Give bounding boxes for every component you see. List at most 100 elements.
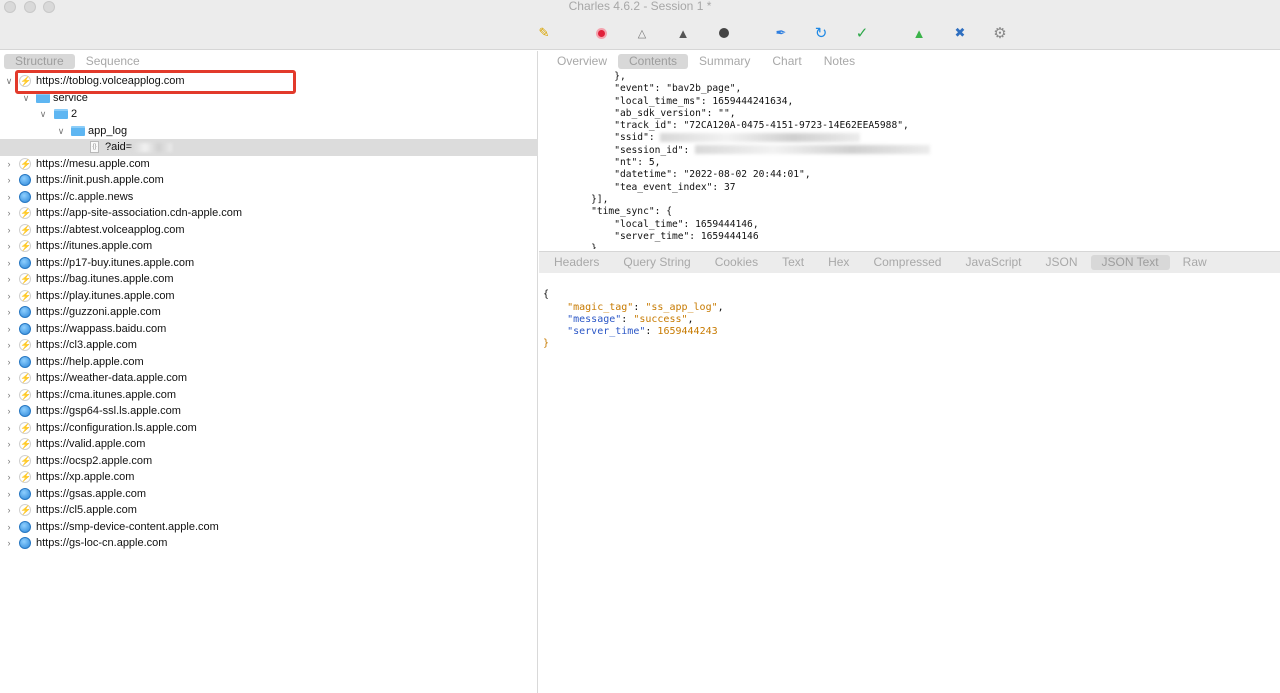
tab-headers[interactable]: Headers <box>543 255 610 270</box>
basket-icon[interactable]: ▲ <box>911 25 927 41</box>
tab-hex[interactable]: Hex <box>817 255 860 270</box>
tree-row-2[interactable]: ∨ 2 <box>0 106 538 123</box>
folder-icon <box>36 92 50 103</box>
chevron-right-icon[interactable]: › <box>4 420 14 437</box>
globe-icon <box>19 355 31 368</box>
tools-icon[interactable]: ✖ <box>952 25 968 41</box>
json-open-brace: { <box>543 289 550 301</box>
chevron-right-icon[interactable]: › <box>4 387 14 404</box>
tab-text[interactable]: Text <box>771 255 815 270</box>
host-row[interactable]: › https://gsas.apple.com <box>0 486 538 503</box>
settings-icon[interactable]: ⚙ <box>992 25 1008 42</box>
chevron-right-icon[interactable]: › <box>4 156 14 173</box>
tab-structure[interactable]: Structure <box>4 54 75 69</box>
tree-row-request[interactable]: {} ?aid= <box>0 139 538 156</box>
pen-icon[interactable]: ✒ <box>773 25 789 41</box>
host-row[interactable]: › https://smp-device-content.apple.com <box>0 519 538 536</box>
record-icon[interactable] <box>593 25 609 41</box>
broom-icon[interactable]: ✎ <box>536 25 552 41</box>
bolt-icon: ⚡ <box>19 207 32 219</box>
chevron-down-icon[interactable]: ∨ <box>56 123 66 140</box>
chevron-right-icon[interactable]: › <box>4 502 14 519</box>
tab-query-string[interactable]: Query String <box>612 255 701 270</box>
host-row[interactable]: › ⚡ https://abtest.volceapplog.com <box>0 222 538 239</box>
host-row[interactable]: › ⚡ https://play.itunes.apple.com <box>0 288 538 305</box>
chevron-right-icon[interactable]: › <box>4 519 14 536</box>
host-row[interactable]: › ⚡ https://cl3.apple.com <box>0 337 538 354</box>
chevron-right-icon[interactable]: › <box>4 205 14 222</box>
code-text: "server_time": 1659444146 <box>568 230 759 242</box>
host-label: https://gsp64-ssl.ls.apple.com <box>36 405 181 417</box>
tab-json-text[interactable]: JSON Text <box>1090 255 1170 270</box>
host-row[interactable]: › ⚡ https://weather-data.apple.com <box>0 370 538 387</box>
host-row[interactable]: › ⚡ https://bag.itunes.apple.com <box>0 271 538 288</box>
folder-label: app_log <box>88 124 128 137</box>
chevron-right-icon[interactable]: › <box>4 255 14 272</box>
host-row[interactable]: › https://gs-loc-cn.apple.com <box>0 535 538 552</box>
host-row[interactable]: › https://wappass.baidu.com <box>0 321 538 338</box>
tab-compressed[interactable]: Compressed <box>862 255 952 270</box>
host-label: https://cl3.apple.com <box>36 339 137 351</box>
chevron-down-icon[interactable]: ∨ <box>4 73 14 90</box>
chevron-right-icon[interactable]: › <box>4 304 14 321</box>
host-row[interactable]: › https://c.apple.news <box>0 189 538 206</box>
chevron-right-icon[interactable]: › <box>4 337 14 354</box>
json-close-brace: } <box>543 338 550 350</box>
host-row[interactable]: › ⚡ https://mesu.apple.com <box>0 156 538 173</box>
tab-notes[interactable]: Notes <box>813 54 866 69</box>
chevron-down-icon[interactable]: ∨ <box>38 106 48 123</box>
tab-raw[interactable]: Raw <box>1172 255 1218 270</box>
host-row[interactable]: › https://init.push.apple.com <box>0 172 538 189</box>
host-row[interactable]: › ⚡ https://ocsp2.apple.com <box>0 453 538 470</box>
chevron-right-icon[interactable]: › <box>4 354 14 371</box>
check-icon[interactable]: ✓ <box>854 25 870 42</box>
throttle-icon[interactable]: △ <box>634 25 650 41</box>
chevron-right-icon[interactable]: › <box>4 453 14 470</box>
host-label: https://bag.itunes.apple.com <box>36 273 174 285</box>
host-row[interactable]: › ⚡ https://itunes.apple.com <box>0 238 538 255</box>
chevron-right-icon[interactable]: › <box>4 535 14 552</box>
host-row[interactable]: › ⚡ https://cma.itunes.apple.com <box>0 387 538 404</box>
title-toolbar: Charles 4.6.2 - Session 1 * ✎ △ ▲ ✒ ↻ ✓ … <box>0 0 1280 50</box>
host-row[interactable]: › https://p17-buy.itunes.apple.com <box>0 255 538 272</box>
chevron-right-icon[interactable]: › <box>4 321 14 338</box>
tab-cookies[interactable]: Cookies <box>704 255 769 270</box>
stop-icon[interactable] <box>716 25 732 41</box>
chevron-right-icon[interactable]: › <box>4 403 14 420</box>
host-row[interactable]: › https://gsp64-ssl.ls.apple.com <box>0 403 538 420</box>
json-string: "ss_app_log" <box>645 301 718 313</box>
chevron-right-icon[interactable]: › <box>4 172 14 189</box>
chevron-right-icon[interactable]: › <box>4 436 14 453</box>
host-row[interactable]: › ⚡ https://configuration.ls.apple.com <box>0 420 538 437</box>
left-tabs: Structure Sequence <box>4 54 151 69</box>
bolt-icon: ⚡ <box>19 504 32 516</box>
tab-chart[interactable]: Chart <box>761 54 812 69</box>
host-row[interactable]: › ⚡ https://cl5.apple.com <box>0 502 538 519</box>
response-json[interactable]: { "magic_tag": "ss_app_log", "message": … <box>543 277 724 351</box>
host-row[interactable]: › https://help.apple.com <box>0 354 538 371</box>
request-body[interactable]: }, "event": "bav2b_page", "local_time_ms… <box>568 71 1268 249</box>
tree-row-app-log[interactable]: ∨ app_log <box>0 123 538 140</box>
host-row[interactable]: › https://guzzoni.apple.com <box>0 304 538 321</box>
chevron-right-icon[interactable]: › <box>4 469 14 486</box>
tab-javascript[interactable]: JavaScript <box>954 255 1032 270</box>
chevron-right-icon[interactable]: › <box>4 271 14 288</box>
host-label: https://p17-buy.itunes.apple.com <box>36 256 195 269</box>
turtle-icon[interactable]: ▲ <box>675 25 691 41</box>
tab-summary[interactable]: Summary <box>688 54 761 69</box>
chevron-right-icon[interactable]: › <box>4 486 14 503</box>
tab-sequence[interactable]: Sequence <box>75 54 151 69</box>
chevron-right-icon[interactable]: › <box>4 189 14 206</box>
host-row[interactable]: › ⚡ https://app-site-association.cdn-apple… <box>0 205 538 222</box>
chevron-right-icon[interactable]: › <box>4 222 14 239</box>
tab-overview[interactable]: Overview <box>546 54 618 69</box>
refresh-icon[interactable]: ↻ <box>813 25 829 42</box>
host-row[interactable]: › ⚡ https://valid.apple.com <box>0 436 538 453</box>
chevron-right-icon[interactable]: › <box>4 370 14 387</box>
chevron-right-icon[interactable]: › <box>4 238 14 255</box>
chevron-right-icon[interactable]: › <box>4 288 14 305</box>
right-tabs: Overview Contents Summary Chart Notes <box>546 54 866 69</box>
host-row[interactable]: › ⚡ https://xp.apple.com <box>0 469 538 486</box>
tab-json[interactable]: JSON <box>1035 255 1089 270</box>
tab-contents[interactable]: Contents <box>618 54 689 69</box>
